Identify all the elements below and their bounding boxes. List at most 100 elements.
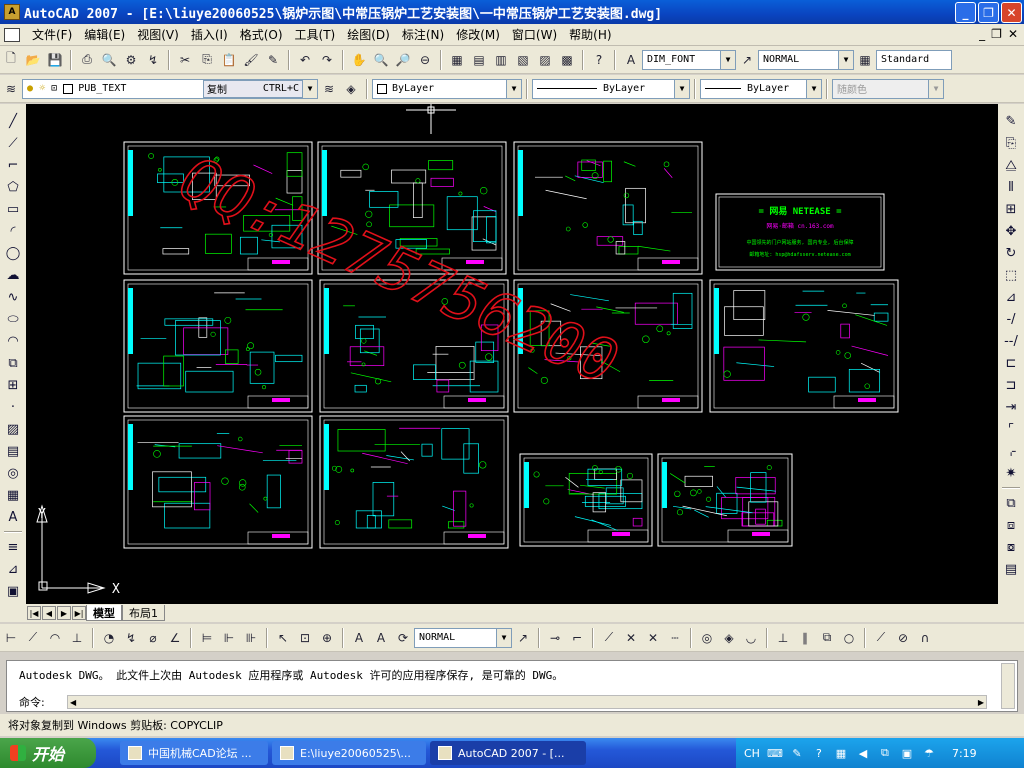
properties-icon[interactable]: ▦ [448,51,466,69]
tolerance-icon[interactable]: ⊡ [296,629,314,647]
help-icon[interactable]: ? [590,51,608,69]
fillet-icon[interactable]: ⌌ [1001,441,1021,461]
revcloud-icon[interactable]: ☁ [3,265,23,285]
offset-icon[interactable]: ⫴ [1001,177,1021,197]
linetype-select[interactable]: ByLayer ▼ [532,78,690,99]
close-button[interactable]: ✕ [1001,2,1022,23]
snap-node-icon[interactable]: ○ [840,629,858,647]
join-icon[interactable]: ⇥ [1001,397,1021,417]
trim-icon[interactable]: -/ [1001,309,1021,329]
menu-modify[interactable]: 修改(M) [450,26,506,43]
tablestyle-select[interactable]: NORMAL ▼ [758,49,854,70]
publish-icon[interactable]: ⚙ [122,51,140,69]
drawing-canvas[interactable]: = 网易 NETEASE = 网易·邮箱 cn.163.com 中国领先的门户网站服… [26,104,998,604]
layer-previous-icon[interactable]: ◈ [342,80,360,98]
dim-update-icon[interactable]: ⟳ [394,629,412,647]
restore-button[interactable]: ❐ [978,2,999,23]
next-tab-icon[interactable]: ▶ [57,606,71,620]
tab-layout1[interactable]: 布局1 [122,605,165,621]
sheet-set-icon[interactable]: ▧ [514,51,532,69]
ordinate-dim-icon[interactable]: ⊥ [68,629,86,647]
mirror-icon[interactable]: ⧋ [1001,155,1021,175]
cut-icon[interactable]: ✂ [176,51,194,69]
make-current-layer-icon[interactable]: ≋ [320,80,338,98]
plot-icon[interactable]: ⎙ [78,51,96,69]
save-icon[interactable]: 💾 [46,51,64,69]
snap-perpendicular-icon[interactable]: ⊥ [774,629,792,647]
dim-style-select[interactable]: NORMAL ▼ [414,627,512,648]
dim-style-manager-icon[interactable]: ↗ [514,629,532,647]
insert-block-icon[interactable]: ⧉ [3,353,23,373]
array-icon[interactable]: ⊞ [1001,199,1021,219]
dim-edit-icon[interactable]: A [350,629,368,647]
rotate-icon[interactable]: ↻ [1001,243,1021,263]
chamfer-icon[interactable]: ⌜ [1001,419,1021,439]
menu-window[interactable]: 窗口(W) [506,26,563,43]
plot-preview-icon[interactable]: 🔍 [100,51,118,69]
etransmit-icon[interactable]: ↯ [144,51,162,69]
jogged-dim-icon[interactable]: ↯ [122,629,140,647]
last-tab-icon[interactable]: ▶| [72,606,86,620]
osnap-settings-icon[interactable]: ∩ [916,629,934,647]
copy-icon[interactable]: ⎘ [198,51,216,69]
ellipse-icon[interactable]: ⬭ [3,309,23,329]
snap-intersection-icon[interactable]: ✕ [622,629,640,647]
stretch-icon[interactable]: ⊿ [1001,287,1021,307]
color-select[interactable]: ByLayer ▼ [372,78,522,99]
snap-center-icon[interactable]: ◎ [698,629,716,647]
match-properties-icon[interactable]: 🖌 [242,51,260,69]
gradient-icon[interactable]: ▤ [3,441,23,461]
soft-keyboard-icon[interactable]: ▦ [834,746,848,760]
lineweight-select[interactable]: ByLayer ▼ [700,78,822,99]
dim-text-edit-icon[interactable]: A [372,629,390,647]
help-tray-icon[interactable]: ? [812,746,826,760]
break-icon[interactable]: ⊐ [1001,375,1021,395]
mtext-icon[interactable]: A [3,507,23,527]
polygon-icon[interactable]: ⬠ [3,177,23,197]
autocad-app-icon[interactable]: A [4,4,20,20]
markup-icon[interactable]: ▨ [536,51,554,69]
paste-icon[interactable]: 📋 [220,51,238,69]
snap-apparent-icon[interactable]: ✕ [644,629,662,647]
layer-manager-icon[interactable]: ≋ [2,80,20,98]
menu-insert[interactable]: 插入(I) [185,26,234,43]
snap-nearest-icon[interactable]: ⟋ [872,629,890,647]
new-icon[interactable]: 🗋 [2,51,20,69]
menu-view[interactable]: 视图(V) [131,26,185,43]
move-icon[interactable]: ✥ [1001,221,1021,241]
snap-parallel-icon[interactable]: ∥ [796,629,814,647]
bring-above-icon[interactable]: ▤ [1001,559,1021,579]
keyboard-icon[interactable]: ⌨ [767,746,783,760]
network-icon[interactable]: ⧉ [878,746,892,760]
menu-help[interactable]: 帮助(H) [563,26,617,43]
pen-icon[interactable]: ✎ [790,746,804,760]
angular-dim-icon[interactable]: ∠ [166,629,184,647]
line-icon[interactable]: ╱ [3,111,23,131]
snap-midpoint-icon[interactable]: ⟋ [600,629,618,647]
construction-line-icon[interactable]: ⟋ [3,133,23,153]
start-button[interactable]: 开始 [0,738,96,768]
point-icon[interactable]: · [3,397,23,417]
copy-object-icon[interactable]: ⎘ [1001,133,1021,153]
open-icon[interactable]: 📂 [24,51,42,69]
first-tab-icon[interactable]: |◀ [27,606,41,620]
dimstyle-icon[interactable]: ↗ [738,51,756,69]
snap-from-icon[interactable]: ⌐ [568,629,586,647]
menu-format[interactable]: 格式(O) [234,26,289,43]
send-back-icon[interactable]: ⧇ [1001,537,1021,557]
ime-indicator[interactable]: CH [744,747,760,760]
menu-edit[interactable]: 编辑(E) [78,26,131,43]
dimstyle-select[interactable]: DIM_FONT ▼ [642,49,736,70]
menu-file[interactable]: 文件(F) [26,26,78,43]
text-style-icon[interactable]: A [622,51,640,69]
hatch-icon[interactable]: ▨ [3,419,23,439]
snap-quadrant-icon[interactable]: ◈ [720,629,738,647]
task-forum[interactable]: 中国机械CAD论坛 ... [120,741,268,765]
doc-restore-button[interactable]: ❐ [991,27,1002,41]
rectangle-icon[interactable]: ▭ [3,199,23,219]
task-autocad[interactable]: AutoCAD 2007 - [... [430,741,586,765]
radius-dim-icon[interactable]: ◔ [100,629,118,647]
table-icon[interactable]: ▦ [3,485,23,505]
linear-dim-icon[interactable]: ⊢ [2,629,20,647]
security-icon[interactable]: ☂ [922,746,936,760]
